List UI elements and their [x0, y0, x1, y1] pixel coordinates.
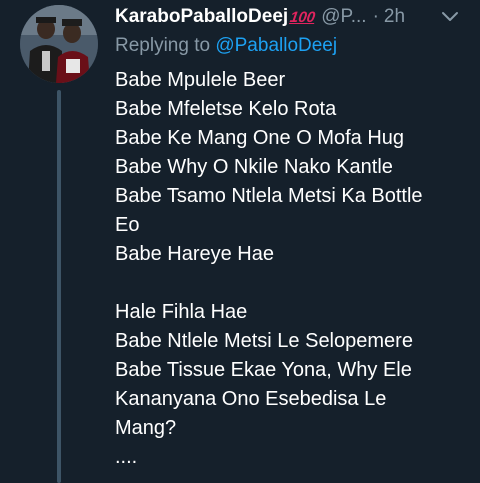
tweet-text-line: Babe Mfeletse Kelo Rota	[115, 98, 337, 120]
tweet-header: KaraboPaballoDeej 100 @P... · 2h	[115, 4, 470, 30]
user-handle[interactable]: @P...	[321, 6, 366, 28]
tweet-text-line: Babe Tissue Ekae Yona, Why Ele	[115, 359, 412, 381]
tweet-text-line: Hale Fihla Hae	[115, 301, 248, 323]
tweet-text-line: Babe Ntlele Metsi Le Selopemere	[115, 330, 413, 352]
display-name[interactable]: KaraboPaballoDeej	[115, 6, 288, 28]
separator-dot: ·	[372, 6, 379, 27]
tweet-text-line: Babe Hareye Hae	[115, 243, 274, 265]
tweet-text-line: ....	[115, 446, 138, 468]
hundred-points-emoji: 100	[288, 8, 317, 26]
avatar[interactable]	[20, 5, 98, 83]
tweet: KaraboPaballoDeej 100 @P... · 2h Replyin…	[0, 0, 480, 483]
timestamp[interactable]: 2h	[384, 6, 405, 28]
tweet-text-line: Kananyana Ono Esebedisa Le	[115, 388, 387, 410]
chevron-down-icon[interactable]	[440, 6, 460, 26]
avatar-photo	[20, 5, 98, 83]
reply-mention-link[interactable]: @PaballoDeej	[215, 35, 337, 56]
tweet-text-line: Babe Mpulele Beer	[115, 69, 286, 91]
thread-line	[57, 90, 61, 483]
tweet-text-line: Eo	[115, 214, 140, 236]
tweet-text-line: Babe Tsamo Ntlela Metsi Ka Bottle	[115, 185, 423, 207]
tweet-body: Babe Mpulele Beer Babe Mfeletse Kelo Rot…	[115, 66, 470, 472]
replying-to: Replying to @PaballoDeej	[115, 35, 337, 57]
tweet-text-line: Babe Why O Nkile Nako Kantle	[115, 156, 393, 178]
tweet-text-line: Mang?	[115, 417, 177, 439]
tweet-text-line: Babe Ke Mang One O Mofa Hug	[115, 127, 405, 149]
replying-to-label: Replying to	[115, 35, 211, 56]
